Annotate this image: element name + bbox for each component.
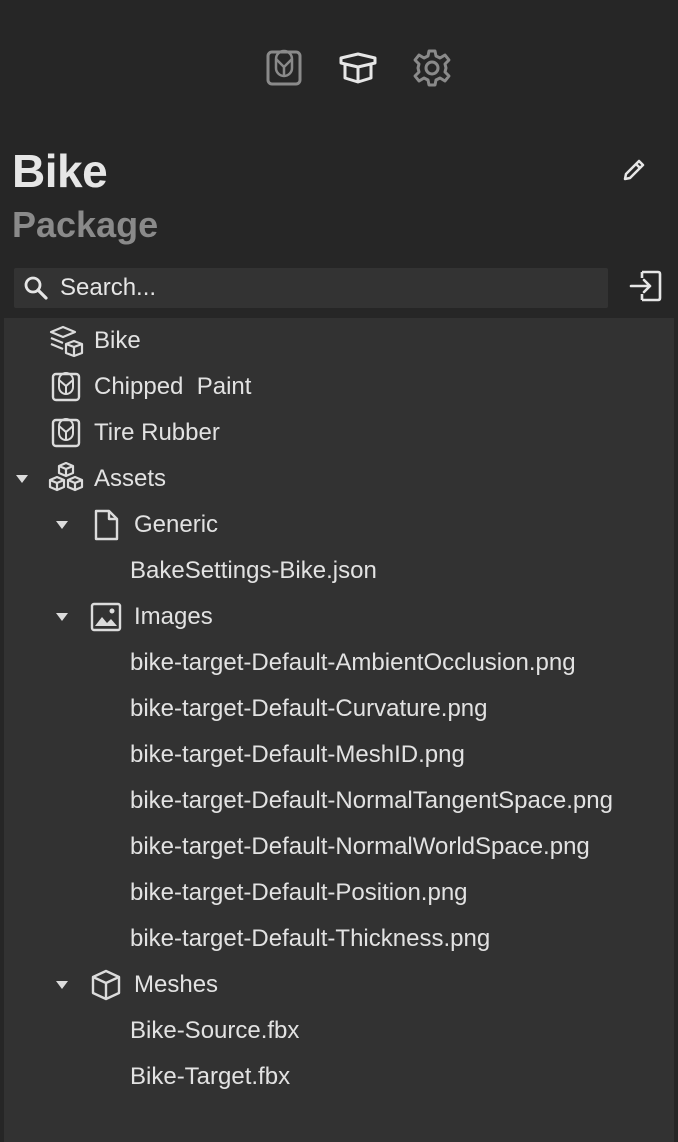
tree-item-label: Images	[134, 603, 213, 630]
caret-down-icon[interactable]	[52, 607, 72, 627]
materials-tab-button[interactable]	[260, 44, 308, 92]
import-icon	[628, 268, 664, 309]
search-bar	[14, 268, 608, 308]
tree-item-label: bike-target-Default-AmbientOcclusion.png	[130, 649, 576, 676]
gear-icon	[411, 47, 453, 89]
tree-item-file[interactable]: bike-target-Default-Thickness.png	[4, 916, 674, 962]
tree-item-file[interactable]: bike-target-Default-Curvature.png	[4, 686, 674, 732]
package-tree: Bike Chipped Paint Tire Rubber Assets Ge…	[4, 318, 674, 1142]
tree-item-label: Assets	[94, 465, 167, 492]
pencil-icon	[620, 156, 648, 189]
tree-item-file[interactable]: Bike-Target.fbx	[4, 1054, 674, 1100]
package-tab-button[interactable]	[334, 44, 382, 92]
search-icon	[22, 274, 50, 302]
tree-item-label: Bike	[94, 327, 141, 354]
package-panel: Bike Package Search... Bike Chipped Pain…	[0, 0, 678, 1142]
tree-item-assets[interactable]: Assets	[4, 456, 674, 502]
material-icon	[48, 415, 84, 451]
tree-item-images[interactable]: Images	[4, 594, 674, 640]
caret-down-icon[interactable]	[52, 975, 72, 995]
package-box-icon	[337, 48, 379, 88]
caret-down-icon[interactable]	[52, 515, 72, 535]
stack-cube-icon	[48, 323, 84, 359]
tree-item-generic[interactable]: Generic	[4, 502, 674, 548]
tree-item-file[interactable]: bike-target-Default-Position.png	[4, 870, 674, 916]
tree-item-label: Tire Rubber	[94, 419, 220, 446]
page-title: Bike	[12, 145, 108, 197]
tree-item-file[interactable]: BakeSettings-Bike.json	[4, 548, 674, 594]
tree-item-label: bike-target-Default-Thickness.png	[130, 925, 491, 952]
tree-item-bike[interactable]: Bike	[4, 318, 674, 364]
material-icon	[264, 48, 304, 88]
tree-item-chipped-paint[interactable]: Chipped Paint	[4, 364, 674, 410]
cubes-icon	[48, 461, 84, 497]
search-input[interactable]	[60, 269, 608, 307]
settings-tab-button[interactable]	[408, 44, 456, 92]
tree-item-label: bike-target-Default-NormalWorldSpace.png	[130, 833, 590, 860]
caret-down-icon[interactable]	[12, 469, 32, 489]
import-button[interactable]	[626, 268, 666, 308]
tree-item-label: bike-target-Default-MeshID.png	[130, 741, 465, 768]
tree-item-file[interactable]: bike-target-Default-AmbientOcclusion.png	[4, 640, 674, 686]
tree-item-label: Bike-Source.fbx	[130, 1017, 300, 1044]
page-subtitle: Package	[12, 204, 159, 245]
tree-item-label: bike-target-Default-Curvature.png	[130, 695, 488, 722]
file-icon	[88, 507, 124, 543]
tree-item-label: bike-target-Default-NormalTangentSpace.p…	[130, 787, 613, 814]
tree-item-tire-rubber[interactable]: Tire Rubber	[4, 410, 674, 456]
tree-item-file[interactable]: bike-target-Default-NormalWorldSpace.png	[4, 824, 674, 870]
tree-item-file[interactable]: bike-target-Default-MeshID.png	[4, 732, 674, 778]
image-icon	[88, 599, 124, 635]
edit-button[interactable]	[614, 152, 654, 192]
tree-item-label: Chipped Paint	[94, 373, 252, 400]
tree-item-label: bike-target-Default-Position.png	[130, 879, 468, 906]
material-icon	[48, 369, 84, 405]
tree-item-label: Meshes	[134, 971, 219, 998]
top-toolbar	[0, 44, 678, 92]
tree-item-file[interactable]: bike-target-Default-NormalTangentSpace.p…	[4, 778, 674, 824]
tree-item-label: BakeSettings-Bike.json	[130, 557, 377, 584]
tree-item-meshes[interactable]: Meshes	[4, 962, 674, 1008]
tree-item-file[interactable]: Bike-Source.fbx	[4, 1008, 674, 1054]
tree-item-label: Generic	[134, 511, 219, 538]
tree-item-label: Bike-Target.fbx	[130, 1063, 291, 1090]
cube-icon	[88, 967, 124, 1003]
